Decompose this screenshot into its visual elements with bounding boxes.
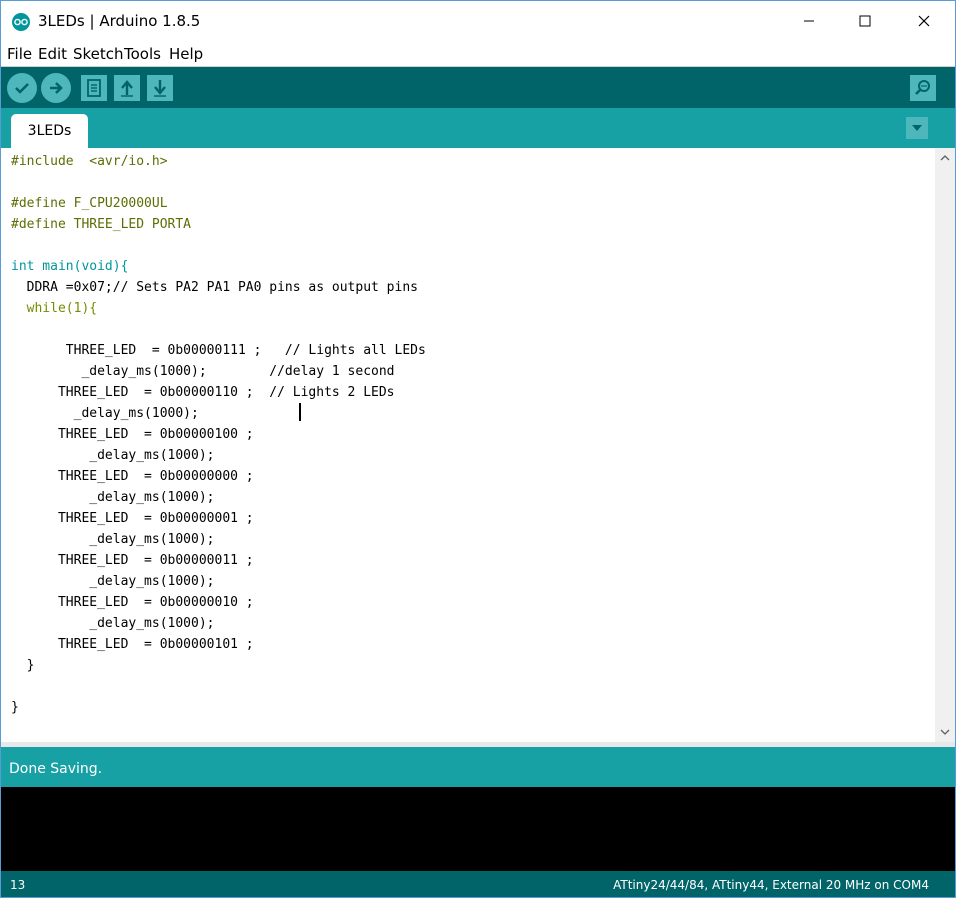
code-line-8: while(1){ [11, 298, 97, 319]
code-token: } [11, 700, 19, 715]
new-button[interactable] [81, 75, 107, 101]
code-line-1: #include <avr/io.h> [11, 151, 168, 172]
status-message: Done Saving. [9, 761, 103, 777]
tab-menu-button[interactable] [906, 117, 928, 139]
code-line-12: THREE_LED = 0b00000110 ; // Lights 2 LED… [11, 382, 395, 403]
code-line-20: THREE_LED = 0b00000011 ; [11, 550, 254, 571]
code-line-25: } [11, 655, 35, 676]
footer-bar: 13 ATtiny24/44/84, ATtiny44, External 20… [1, 871, 955, 897]
code-token: DDRA =0x07;// Sets PA2 PA1 PA0 pins as o… [11, 280, 418, 295]
code-line-10: THREE_LED = 0b00000111 ; // Lights all L… [11, 340, 426, 361]
code-token: int main(void){ [11, 259, 129, 274]
line-number: 13 [10, 878, 26, 892]
chevron-down-icon [940, 729, 950, 735]
maximize-button[interactable] [836, 1, 894, 41]
code-line-18: THREE_LED = 0b00000001 ; [11, 508, 254, 529]
close-icon [918, 15, 930, 27]
verify-button[interactable] [7, 73, 37, 103]
title-bar[interactable]: 3LEDs | Arduino 1.8.5 [1, 1, 955, 41]
minimize-icon [804, 20, 814, 22]
code-token: while(1){ [11, 301, 98, 316]
editor-scrollbar[interactable] [935, 148, 955, 742]
code-token: THREE_LED = 0b00000100 ; [11, 427, 254, 442]
code-line-11: _delay_ms(1000); //delay 1 second [11, 361, 395, 382]
text-caret [299, 403, 301, 421]
tab-3leds[interactable]: 3LEDs [11, 114, 88, 148]
code-token: _delay_ms(1000); [11, 616, 215, 631]
code-line-22: THREE_LED = 0b00000010 ; [11, 592, 254, 613]
scroll-down-button[interactable] [935, 722, 955, 742]
toolbar [1, 66, 955, 109]
verify-icon [15, 83, 29, 94]
code-token: THREE_LED = 0b00000000 ; [11, 469, 254, 484]
menu-sketch[interactable]: Sketch [73, 45, 124, 63]
menu-edit[interactable]: Edit [38, 45, 67, 63]
code-token: THREE_LED = 0b00000110 ; // Lights 2 LED… [11, 385, 395, 400]
upload-icon [50, 82, 63, 94]
code-token: THREE_LED = 0b00000001 ; [11, 511, 254, 526]
menu-file[interactable]: File [7, 45, 32, 63]
open-icon [121, 80, 133, 97]
open-button[interactable] [114, 75, 140, 101]
code-token: _delay_ms(1000); [11, 406, 199, 421]
code-token: _delay_ms(1000); [11, 532, 215, 547]
code-token: #define F_CPU20000UL [11, 196, 168, 211]
menu-bar: File Edit Sketch Tools Help [1, 41, 955, 66]
code-line-3: #define F_CPU20000UL [11, 193, 168, 214]
code-token: _delay_ms(1000); [11, 448, 215, 463]
code-line-4: #define THREE_LED PORTA [11, 214, 191, 235]
console-output[interactable] [1, 787, 955, 871]
serial-monitor-button[interactable] [910, 75, 936, 101]
code-line-23: _delay_ms(1000); [11, 613, 215, 634]
code-line-19: _delay_ms(1000); [11, 529, 215, 550]
new-icon [87, 79, 101, 97]
board-info: ATtiny24/44/84, ATtiny44, External 20 MH… [613, 878, 929, 892]
code-line-14: THREE_LED = 0b00000100 ; [11, 424, 254, 445]
code-line-7: DDRA =0x07;// Sets PA2 PA1 PA0 pins as o… [11, 277, 418, 298]
save-icon [154, 80, 166, 97]
save-button[interactable] [147, 75, 173, 101]
code-token: THREE_LED = 0b00000011 ; [11, 553, 254, 568]
serial-monitor-icon [915, 80, 930, 95]
code-token: #define THREE_LED PORTA [11, 217, 192, 232]
code-line-15: _delay_ms(1000); [11, 445, 215, 466]
code-token: _delay_ms(1000); //delay 1 second [11, 364, 395, 379]
upload-button[interactable] [41, 73, 71, 103]
status-bar: Done Saving. [1, 747, 955, 787]
window-title: 3LEDs | Arduino 1.8.5 [38, 12, 201, 30]
menu-tools[interactable]: Tools [124, 45, 161, 63]
code-token: _delay_ms(1000); [11, 490, 215, 505]
code-line-17: _delay_ms(1000); [11, 487, 215, 508]
code-token: #include <avr/io.h> [11, 154, 168, 169]
minimize-button[interactable] [780, 1, 838, 41]
code-line-27: } [11, 697, 19, 718]
code-line-6: int main(void){ [11, 256, 128, 277]
code-token: } [11, 658, 35, 673]
arduino-window: 3LEDs | Arduino 1.8.5 File Edit Sketch T… [0, 0, 956, 898]
chevron-up-icon [940, 155, 950, 161]
code-token: THREE_LED = 0b00000010 ; [11, 595, 254, 610]
scroll-up-button[interactable] [935, 148, 955, 168]
code-token: THREE_LED = 0b00000101 ; [11, 637, 254, 652]
chevron-down-icon [912, 125, 922, 131]
maximize-icon [859, 15, 871, 27]
code-line-13: _delay_ms(1000); [11, 403, 199, 424]
close-button[interactable] [895, 1, 953, 41]
code-token: THREE_LED = 0b00000111 ; // Lights all L… [11, 343, 426, 358]
code-token: _delay_ms(1000); [11, 574, 215, 589]
code-line-21: _delay_ms(1000); [11, 571, 215, 592]
code-editor[interactable]: #include <avr/io.h> #define F_CPU20000UL… [1, 148, 935, 742]
tab-bar: 3LEDs [1, 108, 955, 148]
code-line-16: THREE_LED = 0b00000000 ; [11, 466, 254, 487]
arduino-logo-icon [12, 13, 30, 31]
menu-help[interactable]: Help [169, 45, 203, 63]
code-line-24: THREE_LED = 0b00000101 ; [11, 634, 254, 655]
